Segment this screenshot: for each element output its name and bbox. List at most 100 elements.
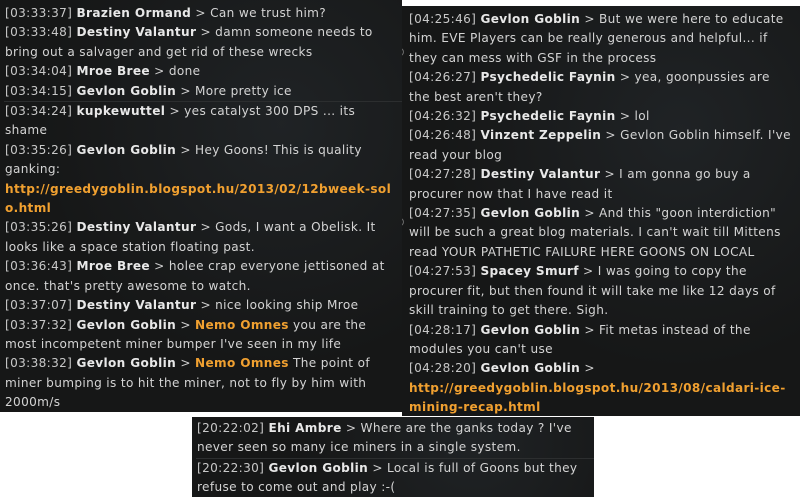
chat-message: [20:22:02] Ehi Ambre > Where are the gan…: [196, 419, 594, 459]
sender-name[interactable]: Spacey Smurf: [480, 264, 578, 278]
separator-icon: >: [200, 25, 211, 40]
separator-icon: >: [604, 167, 615, 182]
sender-name[interactable]: Psychedelic Faynin: [480, 70, 615, 84]
chat-log-left: [03:33:37] Brazien Ormand > Can we trust…: [4, 4, 402, 412]
chat-panel-bottom: [20:22:02] Ehi Ambre > Where are the gan…: [192, 417, 594, 497]
chat-panel-right: [04:25:46] Gevlon Goblin > But we were h…: [402, 6, 800, 416]
chat-message: [04:27:28] Destiny Valantur > I am gonna…: [408, 165, 800, 204]
chat-message: [03:35:26] Destiny Valantur > Gods, I wa…: [4, 218, 402, 257]
sender-name[interactable]: Gevlon Goblin: [480, 323, 580, 337]
timestamp: [04:28:17]: [409, 322, 477, 337]
timestamp: [03:34:04]: [5, 64, 73, 79]
sender-name[interactable]: Vinzent Zeppelin: [480, 128, 601, 142]
timestamp: [04:25:46]: [409, 12, 477, 26]
separator-icon: >: [154, 259, 165, 274]
chat-message: [04:27:35] Gevlon Goblin > And this "goo…: [408, 204, 800, 262]
chat-message: [03:35:26] Gevlon Goblin > Hey Goons! Th…: [4, 141, 402, 219]
chat-message: [03:34:24] kupkewuttel > yes catalyst 30…: [4, 102, 402, 141]
timestamp: [04:26:48]: [409, 128, 477, 143]
chat-message: [03:34:04] Mroe Bree > done: [4, 62, 402, 81]
sender-name[interactable]: Gevlon Goblin: [76, 356, 176, 370]
chat-message: [04:25:46] Gevlon Goblin > But we were h…: [408, 10, 800, 68]
sender-name[interactable]: Gevlon Goblin: [76, 143, 176, 157]
sender-name[interactable]: Destiny Valantur: [480, 167, 600, 181]
timestamp: [03:37:32]: [5, 317, 73, 332]
message-text: nice looking ship Mroe: [215, 298, 359, 313]
separator-icon: >: [345, 421, 357, 435]
separator-icon: >: [200, 298, 211, 313]
chat-message: [04:26:27] Psychedelic Faynin > yea, goo…: [408, 68, 800, 107]
separator-icon: >: [180, 356, 191, 371]
chat-message: [03:37:07] Destiny Valantur > nice looki…: [4, 296, 402, 315]
sender-name[interactable]: Gevlon Goblin: [480, 12, 580, 26]
timestamp: [04:27:53]: [409, 264, 477, 279]
timestamp: [03:37:07]: [5, 298, 73, 313]
separator-icon: >: [584, 12, 595, 26]
timestamp: [04:27:35]: [409, 206, 477, 221]
separator-icon: >: [372, 460, 383, 475]
timestamp: [03:36:43]: [5, 259, 73, 274]
sender-name[interactable]: kupkewuttel: [76, 104, 165, 118]
scroll-handle-icon[interactable]: [402, 218, 404, 226]
scroll-handle-icon[interactable]: [402, 48, 404, 56]
sender-name[interactable]: Psychedelic Faynin: [480, 109, 615, 123]
chat-message: [03:38:32] Gevlon Goblin > Nemo Omnes Th…: [4, 354, 402, 412]
separator-icon: >: [584, 322, 595, 337]
sender-name[interactable]: Gevlon Goblin: [268, 461, 368, 475]
timestamp: [03:34:24]: [5, 104, 73, 119]
message-link[interactable]: http://greedygoblin.blogspot.hu/2013/08/…: [409, 381, 786, 414]
sender-name[interactable]: Mroe Bree: [76, 259, 149, 273]
chat-message: [03:34:15] Gevlon Goblin > More pretty i…: [4, 82, 402, 103]
chat-log-bottom: [20:22:02] Ehi Ambre > Where are the gan…: [196, 419, 594, 497]
timestamp: [20:22:02]: [197, 421, 265, 435]
separator-icon: >: [583, 264, 594, 279]
separator-icon: >: [619, 109, 631, 124]
sender-name[interactable]: Gevlon Goblin: [76, 318, 176, 332]
timestamp: [04:27:28]: [409, 167, 477, 182]
message-text: More pretty ice: [195, 83, 292, 98]
sender-name[interactable]: Destiny Valantur: [76, 220, 196, 234]
timestamp: [03:33:37]: [5, 6, 73, 20]
chat-message: [03:37:32] Gevlon Goblin > Nemo Omnes yo…: [4, 316, 402, 355]
message-text: lol: [634, 109, 650, 124]
chat-message: [03:33:37] Brazien Ormand > Can we trust…: [4, 4, 402, 23]
chat-message: [04:27:53] Spacey Smurf > I was going to…: [408, 262, 800, 320]
chat-message: [04:26:48] Vinzent Zeppelin > Gevlon Gob…: [408, 126, 800, 165]
separator-icon: >: [195, 6, 206, 20]
chat-panel-left: [03:33:37] Brazien Ormand > Can we trust…: [0, 0, 402, 412]
message-text: done: [168, 64, 201, 79]
separator-icon: >: [619, 70, 631, 85]
separator-icon: >: [180, 317, 191, 332]
chat-message: [03:33:48] Destiny Valantur > damn someo…: [4, 23, 402, 62]
timestamp: [03:35:26]: [5, 220, 73, 235]
timestamp: [04:26:27]: [409, 70, 477, 85]
sender-name[interactable]: Destiny Valantur: [76, 25, 196, 39]
separator-icon: >: [180, 83, 191, 98]
timestamp: [03:34:15]: [5, 83, 73, 98]
sender-name[interactable]: Brazien Ormand: [76, 6, 191, 20]
sender-name[interactable]: Destiny Valantur: [76, 298, 196, 312]
separator-icon: >: [169, 104, 180, 119]
message-text: Can we trust him?: [210, 6, 327, 20]
sender-name[interactable]: Gevlon Goblin: [76, 84, 176, 98]
timestamp: [20:22:30]: [197, 460, 265, 475]
separator-icon: >: [605, 128, 616, 143]
timestamp: [03:38:32]: [5, 356, 73, 371]
mentioned-name[interactable]: Nemo Omnes: [195, 356, 289, 370]
separator-icon: >: [584, 361, 595, 376]
message-link[interactable]: http://greedygoblin.blogspot.hu/2013/02/…: [5, 182, 391, 215]
chat-message: [04:28:20] Gevlon Goblin > http://greedy…: [408, 359, 800, 416]
separator-icon: >: [584, 206, 595, 221]
chat-message: [03:36:43] Mroe Bree > holee crap everyo…: [4, 257, 402, 296]
timestamp: [03:35:26]: [5, 142, 73, 157]
timestamp: [04:28:20]: [409, 361, 477, 376]
separator-icon: >: [154, 64, 165, 79]
sender-name[interactable]: Ehi Ambre: [268, 421, 341, 435]
mentioned-name[interactable]: Nemo Omnes: [195, 318, 289, 332]
separator-icon: >: [200, 220, 211, 235]
sender-name[interactable]: Gevlon Goblin: [480, 206, 580, 220]
sender-name[interactable]: Gevlon Goblin: [480, 361, 580, 375]
sender-name[interactable]: Mroe Bree: [76, 64, 149, 78]
chat-log-right: [04:25:46] Gevlon Goblin > But we were h…: [408, 10, 800, 416]
timestamp: [04:26:32]: [409, 109, 477, 124]
